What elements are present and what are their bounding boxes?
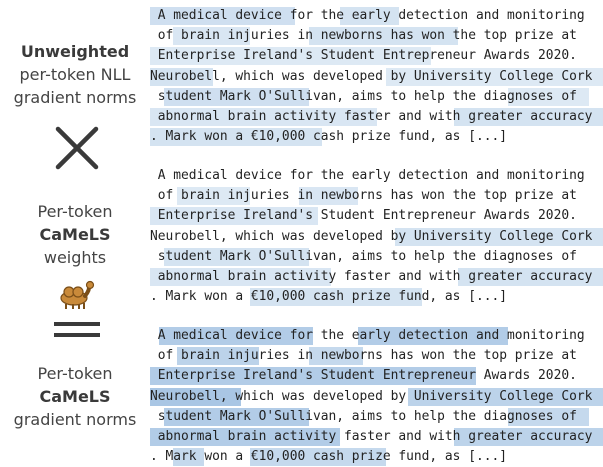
token-span: . Mark won a €10,000 cash prize fund, as… [150, 129, 507, 145]
label-camels-weights: Per-token CaMeLS weights [0, 200, 150, 269]
token-span: Enterprise Ireland's Student Entrepreneu… [150, 208, 577, 224]
token-span: of brain injuries in newborns has won th… [150, 348, 577, 364]
text-line: student Mark O'Sullivan, aims to help th… [150, 407, 603, 427]
text-line: . Mark won a €10,000 cash prize fund, as… [150, 127, 603, 147]
left-column: Unweighted per-token NLL gradient norms … [0, 0, 150, 465]
text-line: student Mark O'Sullivan, aims to help th… [150, 87, 603, 107]
token-span: A medical device for the early detection… [150, 328, 585, 343]
text-line: . Mark won a €10,000 cash prize fund, as… [150, 447, 603, 467]
panel-camels-gradients: A medical device for the early detection… [150, 326, 603, 467]
token-span: Neurobell, which was developed by Univer… [150, 68, 593, 84]
label-unweighted-line1: per-token NLL [19, 65, 131, 84]
text-line: abnormal brain activity faster and with … [150, 267, 603, 287]
token-span: student Mark O'Sullivan, aims to help th… [150, 408, 577, 424]
token-span: Neurobell, which was developed by Univer… [150, 228, 593, 244]
token-span: of brain injuries in newborns has won th… [150, 188, 577, 204]
token-span: . Mark won a €10,000 cash prize fund, as… [150, 289, 507, 305]
text-line: A medical device for the early detection… [150, 166, 603, 186]
token-span: student Mark O'Sullivan, aims to help th… [150, 88, 577, 104]
text-line: Enterprise Ireland's Student Entrepreneu… [150, 46, 603, 66]
token-span: Enterprise Ireland's Student Entrepreneu… [150, 48, 577, 64]
label-weights-line1: Per-token [37, 202, 113, 221]
token-span: Neurobell, which was developed by Univer… [150, 388, 593, 404]
text-line: student Mark O'Sullivan, aims to help th… [150, 247, 603, 267]
text-line: abnormal brain activity faster and with … [150, 107, 603, 127]
text-line: . Mark won a €10,000 cash prize fund, as… [150, 287, 603, 307]
text-line: A medical device for the early detection… [150, 6, 603, 26]
equals-icon [54, 322, 100, 337]
token-span: A medical device for the early detection… [150, 8, 585, 23]
text-line: A medical device for the early detection… [150, 326, 603, 346]
token-span: Enterprise Ireland's Student Entrepreneu… [150, 368, 577, 384]
text-line: Neurobell, which was developed by Univer… [150, 387, 603, 407]
panel-unweighted: A medical device for the early detection… [150, 6, 603, 147]
times-icon [55, 126, 99, 170]
text-line: abnormal brain activity faster and with … [150, 427, 603, 447]
label-gradients-title: CaMeLS [39, 387, 111, 406]
text-line: of brain injuries in newborns has won th… [150, 26, 603, 46]
label-unweighted-title: Unweighted [20, 42, 130, 61]
token-span: of brain injuries in newborns has won th… [150, 28, 577, 44]
label-weights-line3: weights [43, 248, 107, 267]
label-gradients-line3: gradient norms [13, 410, 137, 429]
text-line: Neurobell, which was developed by Univer… [150, 227, 603, 247]
label-unweighted-line2: gradient norms [13, 88, 137, 107]
text-line: Enterprise Ireland's Student Entrepreneu… [150, 366, 603, 386]
camel-icon [60, 280, 95, 309]
panel-weights: A medical device for the early detection… [150, 166, 603, 307]
token-span: A medical device for the early detection… [150, 168, 585, 183]
token-span: . Mark won a €10,000 cash prize fund, as… [150, 449, 507, 465]
label-camels-gradients: Per-token CaMeLS gradient norms [0, 362, 150, 431]
token-span: abnormal brain activity faster and with … [150, 108, 593, 124]
label-unweighted: Unweighted per-token NLL gradient norms [0, 40, 150, 109]
token-span: abnormal brain activity faster and with … [150, 428, 593, 444]
token-span: abnormal brain activity faster and with … [150, 268, 593, 284]
text-line: of brain injuries in newborns has won th… [150, 186, 603, 206]
text-line: Neurobell, which was developed by Univer… [150, 67, 603, 87]
text-line: Enterprise Ireland's Student Entrepreneu… [150, 206, 603, 226]
text-line: of brain injuries in newborns has won th… [150, 346, 603, 366]
label-gradients-line1: Per-token [37, 364, 113, 383]
token-span: student Mark O'Sullivan, aims to help th… [150, 248, 577, 264]
label-weights-title: CaMeLS [39, 225, 111, 244]
